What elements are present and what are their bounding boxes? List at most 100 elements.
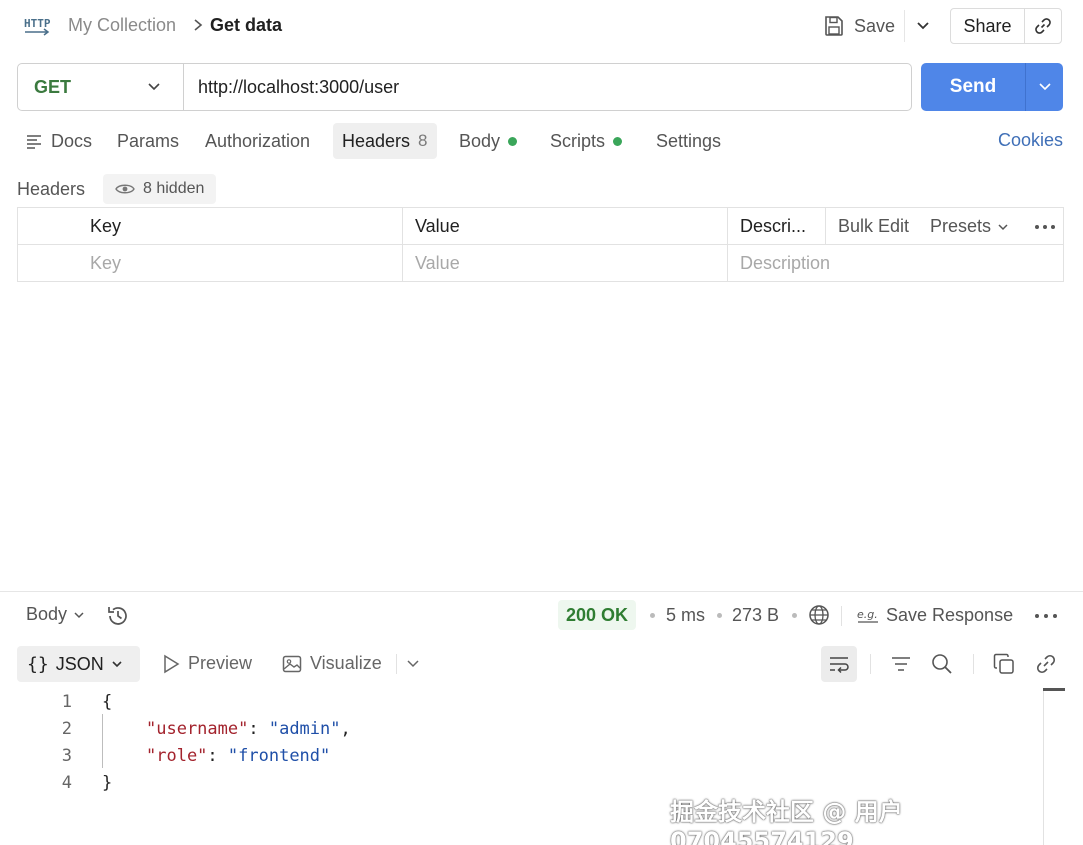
presets-dropdown[interactable]: Presets (930, 208, 1009, 245)
send-button-group: Send (921, 63, 1063, 111)
chevron-down-icon (74, 611, 84, 618)
eye-icon (115, 184, 135, 194)
chevron-right-icon (194, 19, 203, 31)
tab-scripts[interactable]: Scripts (550, 123, 623, 159)
svg-text:HTTP: HTTP (24, 17, 51, 30)
save-icon (825, 16, 843, 36)
tab-authorization[interactable]: Authorization (205, 123, 310, 159)
braces-icon: {} (27, 653, 49, 675)
json-colon: : (207, 746, 228, 766)
send-dropdown-button[interactable] (1026, 63, 1063, 111)
header-key-input[interactable]: Key (90, 245, 121, 282)
toolbar-separator (396, 654, 397, 674)
separator-dot (650, 613, 655, 618)
column-header-description: Descri... (740, 216, 807, 236)
url-input[interactable] (184, 64, 911, 110)
share-button-group: Share (950, 8, 1062, 44)
chevron-down-icon (998, 223, 1008, 230)
more-horizontal-icon[interactable] (1034, 606, 1058, 626)
visualize-button[interactable]: Visualize (282, 653, 382, 674)
preview-button[interactable]: Preview (162, 653, 252, 674)
request-tabs: Docs Params Authorization Headers 8 Body… (17, 123, 1067, 161)
method-label: GET (34, 76, 72, 97)
table-more-button[interactable] (1034, 208, 1056, 245)
table-row: Key Value Description (18, 245, 1063, 282)
line-number: 2 (61, 719, 72, 739)
headers-table: Key Value Descri... Bulk Edit Presets Ke… (17, 207, 1064, 282)
save-label: Save (854, 15, 896, 36)
method-select[interactable]: GET (18, 64, 184, 110)
bulk-edit-button[interactable]: Bulk Edit (838, 208, 909, 245)
line-number: 4 (61, 773, 72, 793)
headers-section-title: Headers (17, 179, 86, 199)
breadcrumb-collection[interactable]: My Collection (68, 15, 176, 36)
toolbar-separator (870, 654, 871, 674)
preview-label: Preview (188, 653, 253, 673)
tab-headers[interactable]: Headers 8 (333, 123, 437, 159)
link-icon[interactable] (1034, 652, 1058, 676)
tab-body-status-dot (508, 136, 518, 146)
response-code-view[interactable]: 1 { 2 "username": "admin", 3 "role": "fr… (0, 688, 1040, 808)
hidden-headers-toggle[interactable]: 8 hidden (103, 174, 217, 204)
status-badge[interactable]: 200 OK (558, 600, 637, 630)
tab-params-label: Params (117, 130, 180, 151)
send-button[interactable]: Send (921, 63, 1026, 111)
copy-link-button[interactable] (1025, 9, 1061, 43)
tab-authorization-label: Authorization (205, 130, 311, 151)
globe-icon[interactable] (808, 604, 830, 626)
share-button[interactable]: Share (951, 9, 1025, 43)
response-pane-divider[interactable] (0, 591, 1083, 592)
wrap-lines-button[interactable] (821, 646, 857, 682)
tab-settings-label: Settings (656, 130, 722, 151)
tab-docs-label: Docs (51, 130, 93, 151)
visualize-label: Visualize (310, 653, 382, 673)
chevron-down-icon[interactable] (406, 659, 420, 669)
json-comma: , (340, 719, 351, 739)
tab-params[interactable]: Params (117, 123, 179, 159)
separator-dot (792, 613, 797, 618)
json-key: "role" (146, 746, 208, 766)
copy-icon[interactable] (992, 652, 1016, 676)
chevron-down-icon (148, 83, 160, 91)
filter-icon[interactable] (889, 652, 913, 676)
tab-body[interactable]: Body (459, 123, 518, 159)
json-key: "username" (146, 719, 249, 739)
response-body-label: Body (26, 604, 68, 624)
line-number: 1 (61, 692, 72, 712)
response-time[interactable]: 5 ms (666, 605, 705, 626)
history-icon[interactable] (105, 603, 131, 629)
code-line: } (102, 773, 113, 793)
more-horizontal-icon (1035, 224, 1055, 229)
separator-dot (717, 613, 722, 618)
save-button[interactable]: Save (822, 10, 895, 42)
search-icon[interactable] (930, 652, 954, 676)
json-colon: : (248, 719, 269, 739)
link-icon (1035, 18, 1051, 34)
format-label: JSON (55, 653, 104, 674)
play-icon (164, 654, 180, 673)
column-header-value: Value (415, 216, 460, 236)
response-body-dropdown[interactable]: Body (26, 604, 85, 625)
format-dropdown[interactable]: {} JSON (17, 646, 140, 682)
line-number: 3 (61, 746, 72, 766)
docs-icon (27, 135, 41, 149)
tab-settings[interactable]: Settings (656, 123, 721, 159)
header-value-input[interactable]: Value (415, 245, 460, 282)
image-icon (282, 655, 302, 672)
scrollbar-thumb[interactable] (1043, 688, 1065, 691)
svg-text:e.g.: e.g. (857, 608, 878, 621)
tab-docs[interactable]: Docs (25, 123, 92, 159)
json-string: "frontend" (227, 746, 331, 766)
cookies-link[interactable]: Cookies (998, 130, 1063, 151)
response-size[interactable]: 273 B (732, 605, 779, 626)
header-description-input[interactable]: Description (740, 245, 830, 282)
presets-label: Presets (930, 216, 992, 236)
json-string: "admin" (268, 719, 341, 739)
wrap-lines-icon (830, 657, 849, 674)
save-response-button[interactable]: Save Response (886, 605, 1013, 626)
toolbar-separator (973, 654, 974, 674)
breadcrumb-request-name[interactable]: Get data (210, 15, 282, 36)
code-line: "username": "admin", (146, 719, 351, 739)
top-bar: HTTP My Collection Get data Save Share (0, 0, 1083, 52)
save-dropdown-button[interactable] (904, 10, 940, 42)
